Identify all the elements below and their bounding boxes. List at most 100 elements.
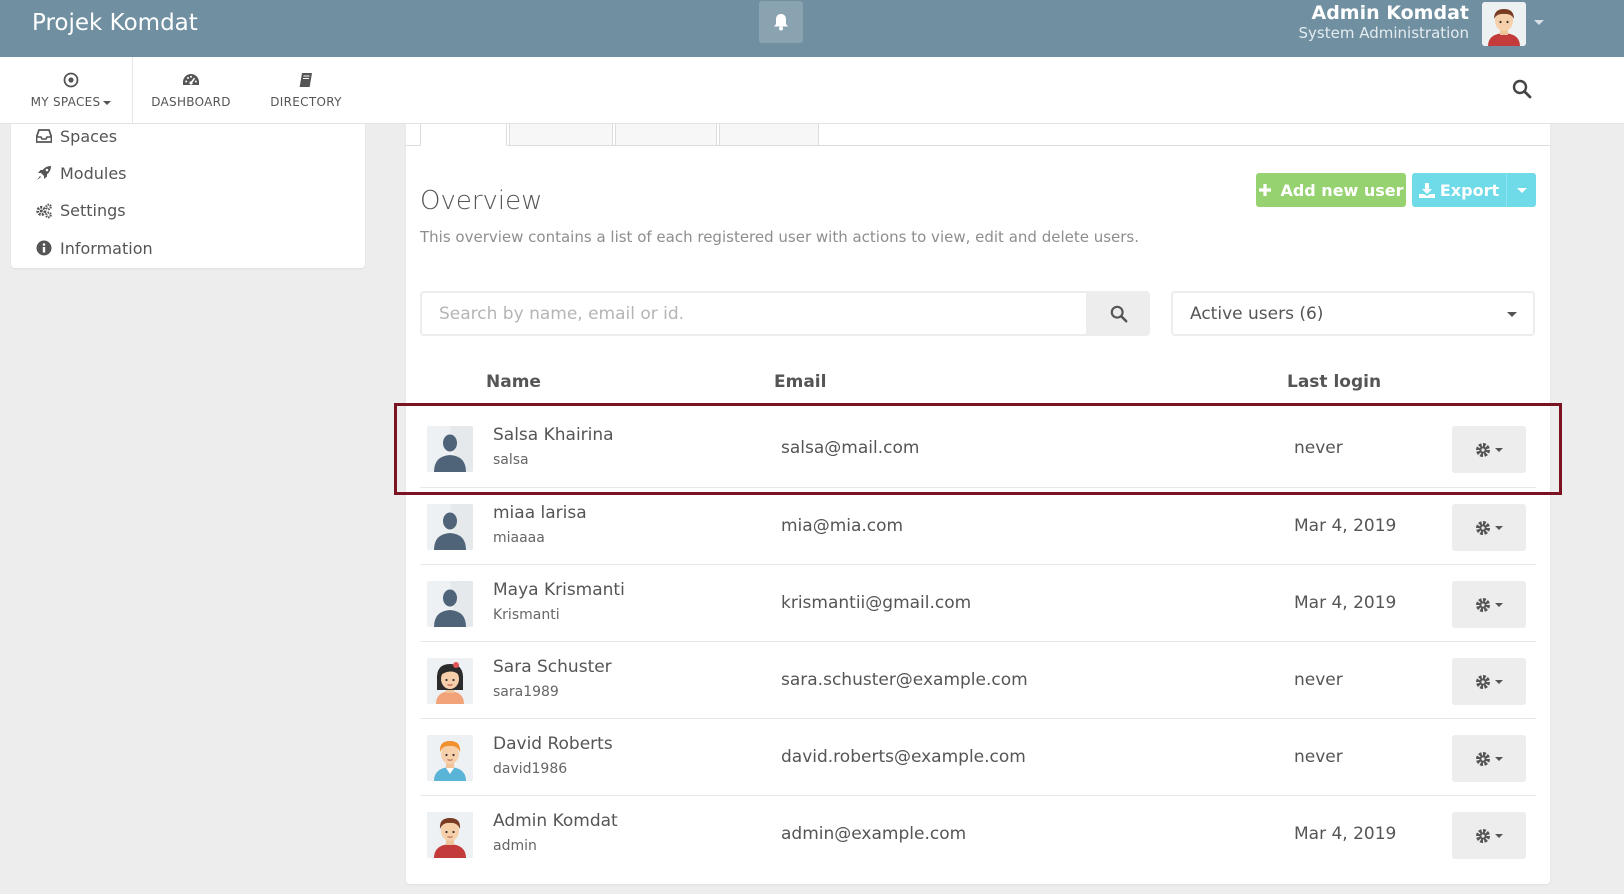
user-name[interactable]: Admin Komdat (1311, 2, 1469, 24)
user-role: System Administration (1298, 24, 1469, 42)
user-avatar[interactable] (427, 812, 473, 858)
row-actions-button[interactable] (1452, 504, 1526, 551)
user-avatar[interactable] (427, 735, 473, 781)
export-button[interactable]: Export (1412, 173, 1506, 207)
table-row[interactable]: Maya Krismanti Krismanti krismantii@gmai… (420, 564, 1536, 641)
nav-dashboard-label: DASHBOARD (151, 95, 231, 109)
admin-sidebar: Spaces Modules Settings Information (11, 124, 365, 268)
table-row[interactable]: David Roberts david1986 david.roberts@ex… (420, 718, 1536, 795)
chevron-down-icon (1507, 312, 1517, 317)
nav-dashboard[interactable]: DASHBOARD (142, 57, 240, 124)
sidebar-item-spaces[interactable]: Spaces (35, 124, 117, 148)
row-actions-button[interactable] (1452, 658, 1526, 705)
avatar-icon (1482, 2, 1526, 46)
users-panel: Overview This overview contains a list o… (406, 124, 1550, 884)
gear-icon (1476, 520, 1490, 535)
user-name[interactable]: Sara Schuster (493, 657, 612, 677)
user-email: krismantii@gmail.com (781, 593, 972, 613)
user-username: miaaaa (493, 530, 545, 546)
user-status-select[interactable]: Active users (6) (1171, 291, 1535, 336)
nav-bar: MY SPACES DASHBOARD DIRECTORY (0, 57, 1624, 124)
table-row[interactable]: Sara Schuster sara1989 sara.schuster@exa… (420, 641, 1536, 718)
user-name[interactable]: David Roberts (493, 734, 613, 754)
info-circle-icon (36, 240, 52, 256)
sidebar-item-modules[interactable]: Modules (35, 161, 127, 185)
user-avatar[interactable] (427, 658, 473, 704)
caret-down-icon (103, 100, 112, 105)
top-search-button[interactable] (1512, 79, 1532, 103)
add-user-button[interactable]: Add new user (1256, 173, 1406, 207)
user-email: sara.schuster@example.com (781, 670, 1028, 690)
nav-directory[interactable]: DIRECTORY (258, 57, 354, 124)
row-actions-button[interactable] (1452, 812, 1526, 859)
add-user-label: Add new user (1280, 180, 1404, 200)
gear-icon (1476, 674, 1490, 689)
table-row[interactable]: Admin Komdat admin admin@example.com Mar… (420, 795, 1536, 872)
tab-2[interactable] (509, 124, 613, 146)
table-row[interactable]: miaa larisa miaaaa mia@mia.com Mar 4, 20… (420, 487, 1536, 564)
chevron-down-icon (1495, 447, 1503, 452)
chevron-down-icon (1495, 679, 1503, 684)
table-row[interactable]: Salsa Khairina salsa salsa@mail.com neve… (420, 410, 1536, 487)
top-bar: Projek Komdat Admin Komdat System Admini… (0, 0, 1624, 57)
user-last-login: Mar 4, 2019 (1294, 516, 1397, 536)
chevron-down-icon (1516, 187, 1527, 193)
page-title: Overview (420, 186, 543, 216)
column-header-last-login[interactable]: Last login (1287, 372, 1381, 392)
user-avatar[interactable] (427, 504, 473, 550)
book-icon (299, 73, 312, 87)
column-header-name[interactable]: Name (486, 372, 541, 392)
sidebar-item-label: Spaces (60, 126, 118, 146)
default-avatar-icon (427, 504, 473, 550)
tab-overview[interactable] (420, 124, 507, 146)
row-actions-button[interactable] (1452, 735, 1526, 782)
sidebar-item-information[interactable]: Information (35, 236, 153, 260)
user-name[interactable]: miaa larisa (493, 503, 587, 523)
user-avatar[interactable] (427, 426, 473, 472)
tab-3[interactable] (615, 124, 717, 146)
user-name[interactable]: Salsa Khairina (493, 425, 614, 445)
user-name[interactable]: Maya Krismanti (493, 580, 625, 600)
male-red-avatar-icon (427, 812, 473, 858)
sidebar-item-settings[interactable]: Settings (35, 198, 126, 222)
female-avatar-icon (427, 658, 473, 704)
user-username: david1986 (493, 761, 568, 777)
user-last-login: never (1294, 747, 1343, 767)
chevron-down-icon (1495, 833, 1503, 838)
user-email: david.roberts@example.com (781, 747, 1026, 767)
user-name[interactable]: Admin Komdat (493, 811, 618, 831)
chevron-down-icon (1495, 756, 1503, 761)
sidebar-item-label: Modules (60, 163, 127, 183)
bell-icon (774, 14, 788, 31)
user-last-login: Mar 4, 2019 (1294, 824, 1397, 844)
row-actions-button[interactable] (1452, 581, 1526, 628)
nav-divider (132, 57, 133, 124)
user-email: salsa@mail.com (781, 438, 920, 458)
row-actions-button[interactable] (1452, 426, 1526, 473)
tab-4[interactable] (719, 124, 819, 146)
search-icon (1110, 305, 1128, 322)
user-search-input[interactable] (420, 291, 1088, 336)
search-icon (1512, 79, 1532, 99)
gear-icon (1476, 442, 1490, 457)
brand-title[interactable]: Projek Komdat (32, 10, 198, 36)
chevron-down-icon (1495, 602, 1503, 607)
column-header-email[interactable]: Email (774, 372, 826, 392)
nav-my-spaces[interactable]: MY SPACES (18, 57, 124, 124)
user-last-login: Mar 4, 2019 (1294, 593, 1397, 613)
user-avatar[interactable] (1482, 2, 1526, 46)
chevron-down-icon (1495, 525, 1503, 530)
chevron-down-icon[interactable] (1534, 20, 1544, 25)
notifications-button[interactable] (759, 1, 803, 43)
export-dropdown-toggle[interactable] (1506, 173, 1536, 207)
user-username: sara1989 (493, 684, 559, 700)
inbox-icon (36, 129, 52, 143)
search-button[interactable] (1088, 291, 1150, 336)
nav-directory-label: DIRECTORY (270, 95, 342, 109)
user-status-selected: Active users (6) (1190, 303, 1324, 324)
user-username: admin (493, 838, 537, 854)
user-avatar[interactable] (427, 581, 473, 627)
user-last-login: never (1294, 438, 1343, 458)
sidebar-item-label: Settings (60, 200, 126, 220)
default-avatar-icon (427, 581, 473, 627)
